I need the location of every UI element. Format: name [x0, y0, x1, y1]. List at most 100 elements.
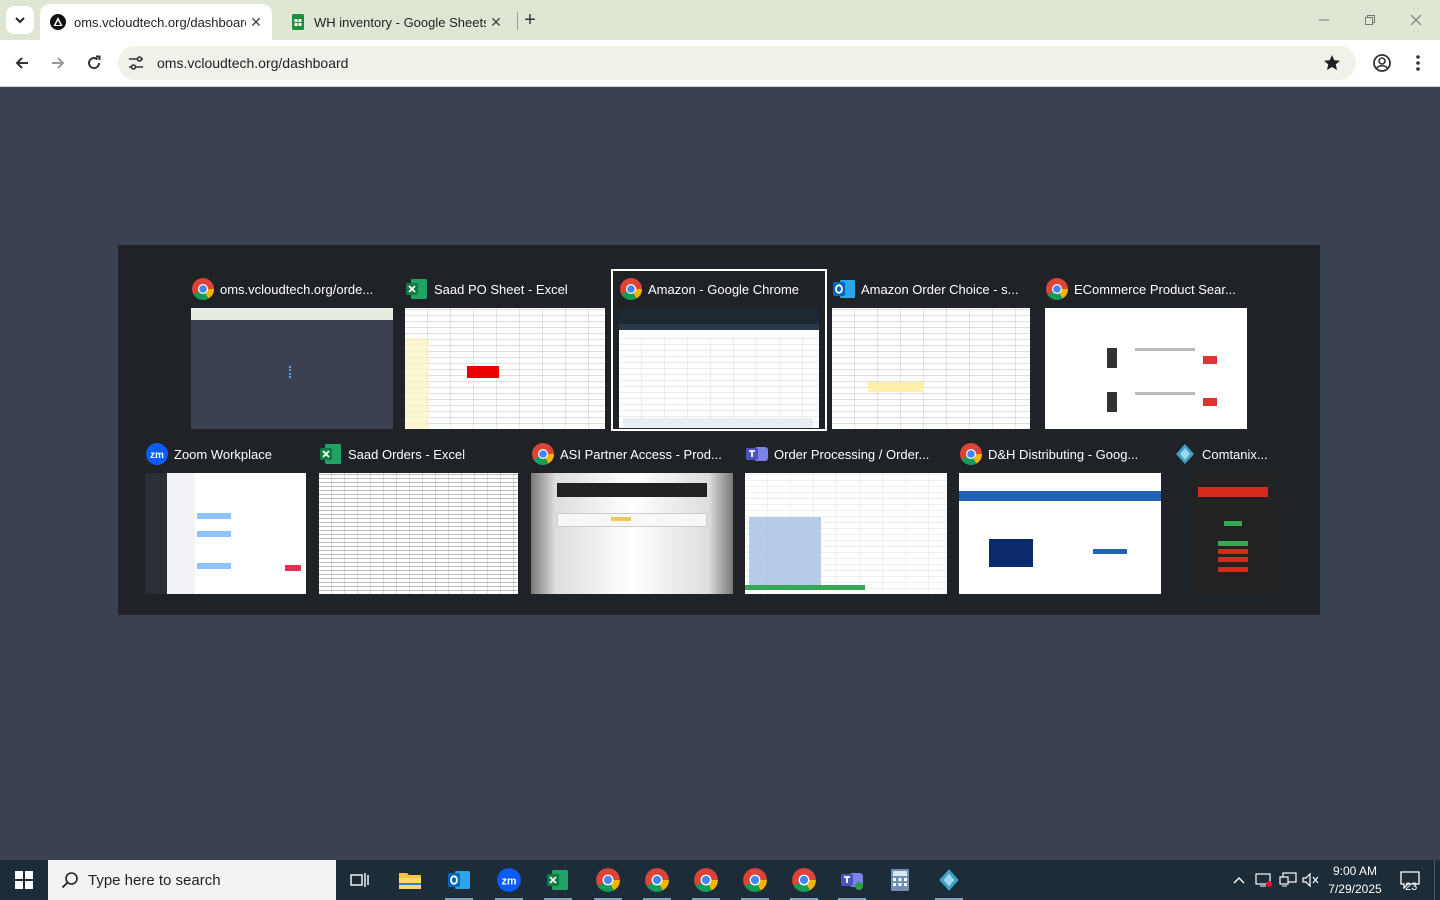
svg-text:zm: zm: [150, 450, 164, 461]
clock-time: 9:00 AM: [1332, 864, 1378, 878]
taskbar-outlook[interactable]: [435, 860, 483, 900]
taskbar-chrome-3[interactable]: [682, 860, 730, 900]
switcher-window[interactable]: Amazon Order Choice - s...: [832, 275, 1032, 429]
taskbar-calculator[interactable]: [876, 860, 924, 900]
chrome-icon: [596, 868, 620, 892]
teams-icon: [841, 873, 863, 890]
window-thumbnail: [619, 308, 819, 428]
task-view-button[interactable]: [336, 860, 384, 900]
browser-toolbar: oms.vcloudtech.org/dashboard: [0, 40, 1440, 87]
taskbar-search-box[interactable]: Type here to search: [48, 860, 336, 900]
notification-count: 23: [1405, 881, 1418, 893]
comtanix-icon: [1176, 444, 1194, 464]
window-thumbnail: [745, 473, 947, 594]
window-title: ASI Partner Access - Prod...: [560, 446, 722, 462]
chrome-icon: [532, 443, 554, 465]
taskbar-excel[interactable]: [534, 860, 582, 900]
windows-logo-icon: [15, 871, 33, 889]
window-title: D&H Distributing - Goog...: [988, 446, 1139, 462]
window-title: Comtanix...: [1202, 446, 1268, 462]
window-title: Order Processing / Order...: [774, 446, 930, 462]
taskbar-file-explorer[interactable]: [386, 860, 434, 900]
window-header: ECommerce Product Sear...: [1045, 275, 1236, 303]
close-icon[interactable]: ✕: [246, 12, 266, 32]
switcher-window[interactable]: Saad Orders - Excel: [319, 440, 518, 594]
switcher-window[interactable]: oms.vcloudtech.org/orde...: [191, 275, 393, 429]
window-title: ECommerce Product Sear...: [1074, 281, 1236, 297]
start-button[interactable]: [0, 860, 48, 900]
window-thumbnail: [832, 308, 1030, 429]
tab-wh-inventory[interactable]: WH inventory - Google Sheets ✕: [280, 4, 512, 40]
excel-icon: [320, 444, 341, 464]
switcher-window-selected[interactable]: Amazon - Google Chrome: [611, 269, 827, 431]
back-button[interactable]: [10, 51, 34, 75]
show-desktop-button[interactable]: [1434, 860, 1440, 900]
minimize-icon[interactable]: [1312, 8, 1336, 32]
switcher-window[interactable]: ASI Partner Access - Prod...: [531, 440, 733, 594]
switcher-window[interactable]: zm Zoom Workplace: [145, 440, 306, 594]
close-icon[interactable]: ✕: [486, 12, 506, 32]
window-thumbnail: [191, 308, 393, 429]
tab-dashboard[interactable]: oms.vcloudtech.org/dashboard ✕: [40, 4, 272, 40]
windows-taskbar: Type here to search zm 9:00 AM 7/29/2025…: [0, 860, 1440, 900]
chrome-icon: [792, 868, 816, 892]
taskbar-chrome-1[interactable]: [584, 860, 632, 900]
browser-tab-strip: oms.vcloudtech.org/dashboard ✕ WH invent…: [0, 0, 1440, 40]
switcher-window[interactable]: Comtanix...: [1173, 440, 1303, 594]
search-placeholder: Type here to search: [88, 871, 221, 889]
outlook-icon: [448, 871, 470, 889]
clock-date: 7/29/2025: [1328, 882, 1382, 896]
window-thumbnail: [405, 308, 605, 429]
taskbar-chrome-4[interactable]: [731, 860, 779, 900]
site-info-icon[interactable]: [126, 53, 146, 73]
url-text[interactable]: oms.vcloudtech.org/dashboard: [157, 55, 348, 71]
switcher-window[interactable]: ECommerce Product Sear...: [1045, 275, 1247, 429]
tab-title: WH inventory - Google Sheets: [314, 14, 486, 30]
chrome-icon: [1046, 278, 1068, 300]
taskbar-zoom[interactable]: zm: [485, 860, 533, 900]
profile-icon[interactable]: [1371, 52, 1393, 74]
switcher-window[interactable]: Order Processing / Order...: [745, 440, 947, 594]
bookmark-star-icon[interactable]: [1322, 53, 1342, 73]
address-bar[interactable]: oms.vcloudtech.org/dashboard: [118, 46, 1356, 80]
window-header: ASI Partner Access - Prod...: [531, 440, 722, 468]
forward-button[interactable]: [46, 51, 70, 75]
window-title: Saad Orders - Excel: [348, 446, 466, 462]
window-thumbnail: [959, 473, 1161, 594]
tab-divider: [517, 12, 518, 30]
window-thumbnail: [145, 473, 306, 594]
taskbar-chrome-2[interactable]: [633, 860, 681, 900]
outlook-icon: [833, 280, 855, 298]
security-tray-icon[interactable]: [1252, 860, 1276, 900]
task-view-icon: [350, 873, 369, 887]
menu-kebab-icon[interactable]: [1407, 52, 1429, 74]
task-switcher: oms.vcloudtech.org/orde... Saad PO Sheet…: [118, 245, 1320, 615]
zoom-icon: zm: [146, 443, 168, 465]
window-header: zm Zoom Workplace: [145, 440, 272, 468]
notification-center-icon[interactable]: [1396, 860, 1424, 900]
window-close-icon[interactable]: [1404, 8, 1428, 32]
chrome-icon: [743, 868, 767, 892]
switcher-window[interactable]: D&H Distributing - Goog...: [959, 440, 1161, 594]
comtanix-icon: [939, 869, 959, 891]
reload-button[interactable]: [82, 51, 106, 75]
restore-icon[interactable]: [1358, 8, 1382, 32]
window-header: Saad PO Sheet - Excel: [405, 275, 568, 303]
window-header: D&H Distributing - Goog...: [959, 440, 1138, 468]
show-hidden-icons-button[interactable]: [1228, 860, 1250, 900]
window-header: Amazon - Google Chrome: [619, 275, 799, 303]
window-header: Comtanix...: [1173, 440, 1268, 468]
taskbar-teams[interactable]: [828, 860, 876, 900]
taskbar-chrome-5[interactable]: [780, 860, 828, 900]
network-icon[interactable]: [1276, 860, 1300, 900]
search-icon: [61, 872, 78, 889]
taskbar-comtanix[interactable]: [925, 860, 973, 900]
switcher-window[interactable]: Saad PO Sheet - Excel: [405, 275, 605, 429]
excel-icon: [547, 870, 568, 890]
arrow-right-icon: [52, 57, 65, 69]
tab-search-button[interactable]: [6, 6, 34, 34]
new-tab-button[interactable]: +: [520, 9, 540, 31]
chevron-up-icon: [1233, 877, 1245, 884]
taskbar-clock[interactable]: 9:00 AM 7/29/2025: [1318, 862, 1392, 898]
chrome-icon: [694, 868, 718, 892]
